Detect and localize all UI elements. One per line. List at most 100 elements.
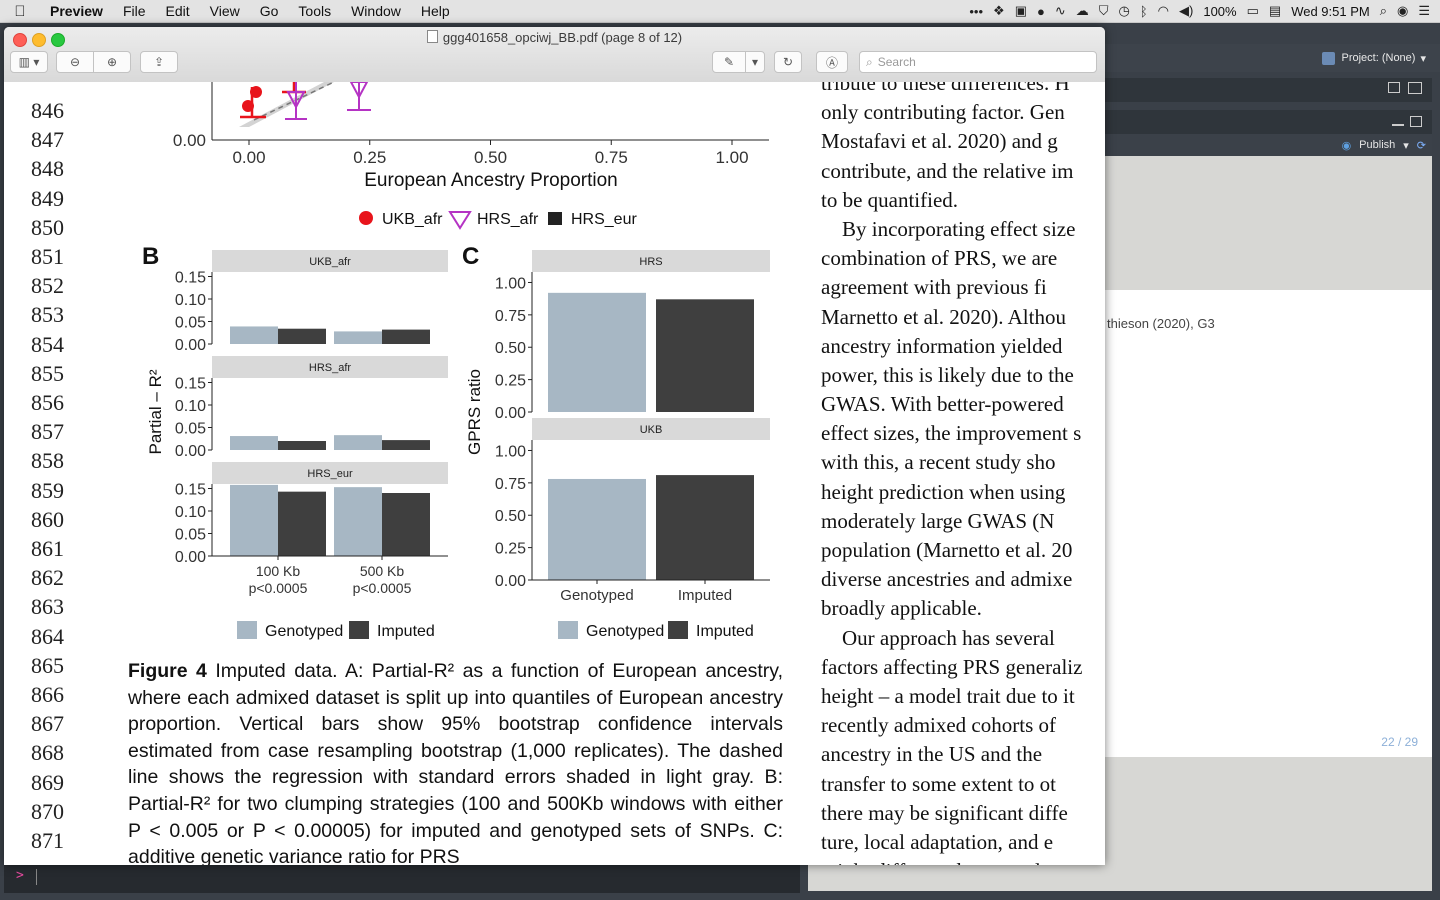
pen-icon: ✎ <box>723 55 735 69</box>
markup-dropdown[interactable]: ▾ <box>745 51 765 73</box>
console-cursor <box>36 869 37 885</box>
search-field[interactable]: ⌕ Search <box>859 51 1097 73</box>
annotate-button[interactable]: Ⓐ <box>816 51 848 73</box>
search-icon: ⌕ <box>866 54 873 69</box>
chevron-down-icon: ▾ <box>751 55 759 69</box>
legend-marker-imputed-c <box>668 621 688 639</box>
document-icon <box>426 30 438 43</box>
restore-pane-icon-2[interactable] <box>1410 116 1422 127</box>
time-machine-icon[interactable]: ◷ <box>1119 3 1130 19</box>
tick-label-b-y: 0.00 <box>175 549 206 566</box>
maximize-pane-icon[interactable] <box>1408 82 1422 94</box>
bar-imputed <box>382 440 430 450</box>
tick-label-c-y: 1.00 <box>495 443 526 460</box>
text-line: factors affecting PRS generaliz <box>821 654 1083 679</box>
bar-genotyped <box>334 331 382 344</box>
pdf-page[interactable]: 846 847 848 849 850 851 852 853 854 855 856 857 858 8… <box>4 82 1105 865</box>
tick-label-b-y: 0.15 <box>175 376 206 393</box>
share-button[interactable]: ⇪ <box>140 51 178 73</box>
rstudio-viewer-header <box>1105 110 1432 134</box>
publish-button[interactable]: Publish <box>1359 139 1395 151</box>
line-number: 867 <box>31 711 64 737</box>
sidebar-toggle-button[interactable]: ▥ ▾ <box>10 51 48 73</box>
menu-view[interactable]: View <box>200 3 250 19</box>
zoom-out-button[interactable]: ⊖ <box>56 51 94 73</box>
bar-genotyped <box>548 478 646 580</box>
project-menu[interactable]: Project: (None) <box>1341 52 1415 64</box>
tick-label-b-x: p<0.0005 <box>353 580 412 596</box>
menu-tools[interactable]: Tools <box>288 3 341 19</box>
zoom-out-icon: ⊖ <box>69 55 81 69</box>
tick-label-c-y: 0.25 <box>495 541 526 558</box>
tick-label-c-y: 0.50 <box>495 340 526 357</box>
legend-label-hrs-eur: HRS_eur <box>571 211 637 228</box>
spotlight-icon[interactable]: ⌕ <box>1380 3 1387 19</box>
window-titlebar: ggg401658_opciwj_BB.pdf (page 8 of 12) ▥… <box>4 27 1105 83</box>
volume-icon[interactable]: ◀) <box>1179 3 1193 19</box>
text-line: diverse ancestries and admixe <box>821 567 1073 592</box>
bar-imputed <box>278 441 326 450</box>
text-line: there may be significant diffe <box>821 800 1068 825</box>
scribble-icon[interactable]: ∿ <box>1055 3 1066 19</box>
rotate-icon: ↻ <box>782 55 794 69</box>
legend-marker-imputed <box>349 621 369 639</box>
publish-icon[interactable]: ◉ <box>1342 139 1352 152</box>
tick-label-a-x: 0.50 <box>474 148 507 167</box>
box-icon[interactable]: ▣ <box>1015 3 1027 19</box>
tick-label-c-x: Genotyped <box>560 587 633 604</box>
zoom-in-icon: ⊕ <box>106 55 118 69</box>
legend-label-imputed: Imputed <box>377 623 435 640</box>
tick-label-a-x: 0.25 <box>353 148 386 167</box>
restore-pane-icon[interactable] <box>1388 82 1400 93</box>
menu-edit[interactable]: Edit <box>156 3 200 19</box>
text-line: recently admixed cohorts of <box>821 713 1056 738</box>
facet-label-c: UKB <box>640 424 663 436</box>
wifi-icon[interactable]: ◠ <box>1158 3 1169 19</box>
menu-app-preview[interactable]: Preview <box>40 3 113 19</box>
text-line: moderately large GWAS (N <box>821 508 1055 533</box>
bar-imputed <box>656 299 754 412</box>
cloud-icon[interactable]: ☁ <box>1076 3 1089 19</box>
text-line: might differ, and our results <box>821 857 1105 865</box>
bar-imputed <box>382 329 430 344</box>
battery-icon[interactable]: ▭ <box>1247 3 1259 19</box>
tick-label-b-y: 0.05 <box>175 315 206 332</box>
text-line: Our approach has several <box>821 625 1055 650</box>
chevron-down-icon[interactable]: ▾ <box>1420 52 1426 65</box>
menu-go[interactable]: Go <box>250 3 289 19</box>
tick-label-c-y: 0.25 <box>495 373 526 390</box>
clock[interactable]: Wed 9:51 PM <box>1291 4 1370 19</box>
markup-button[interactable]: ✎ <box>712 51 746 73</box>
text-line: ancestry information yielded <box>821 333 1063 358</box>
rotate-button[interactable]: ↻ <box>774 51 802 73</box>
text-line: power, this is likely due to the <box>821 362 1074 387</box>
text-line: agreement with previous fi <box>821 275 1047 300</box>
dropbox-icon[interactable]: ❖ <box>993 3 1005 19</box>
notification-center-icon[interactable]: ☰ <box>1418 3 1430 19</box>
flag-icon[interactable]: ▤ <box>1269 3 1281 19</box>
annotate-icon: Ⓐ <box>825 55 838 70</box>
tick-label-b-y: 0.15 <box>175 482 206 499</box>
circle-app-icon[interactable]: ● <box>1037 4 1045 19</box>
share-icon: ⇪ <box>153 55 165 69</box>
tick-label-b-y: 0.05 <box>175 421 206 438</box>
minimize-pane-icon[interactable] <box>1392 124 1404 126</box>
bluetooth-icon[interactable]: ᛒ <box>1140 4 1148 19</box>
shield-icon[interactable]: ⛉ <box>1099 3 1109 19</box>
tick-label-a-y: 0.00 <box>173 131 206 150</box>
zoom-in-button[interactable]: ⊕ <box>93 51 131 73</box>
siri-icon[interactable]: ◉ <box>1397 3 1408 19</box>
line-number: 868 <box>31 740 64 766</box>
menu-window[interactable]: Window <box>341 3 411 19</box>
menu-file[interactable]: File <box>113 3 156 19</box>
apple-menu-icon[interactable]:  <box>0 3 40 20</box>
publish-dropdown-icon[interactable]: ▾ <box>1403 139 1409 152</box>
text-line: to be quantified. <box>821 187 959 212</box>
legend-marker-genotyped <box>237 621 257 639</box>
refresh-icon[interactable]: ⟳ <box>1417 139 1426 152</box>
axis-label-a-x: European Ancestry Proportion <box>364 170 618 191</box>
more-dots-icon[interactable]: ••• <box>969 4 983 19</box>
window-title: ggg401658_opciwj_BB.pdf (page 8 of 12) <box>442 30 683 45</box>
console[interactable]: > <box>4 862 800 893</box>
menu-help[interactable]: Help <box>411 3 460 19</box>
